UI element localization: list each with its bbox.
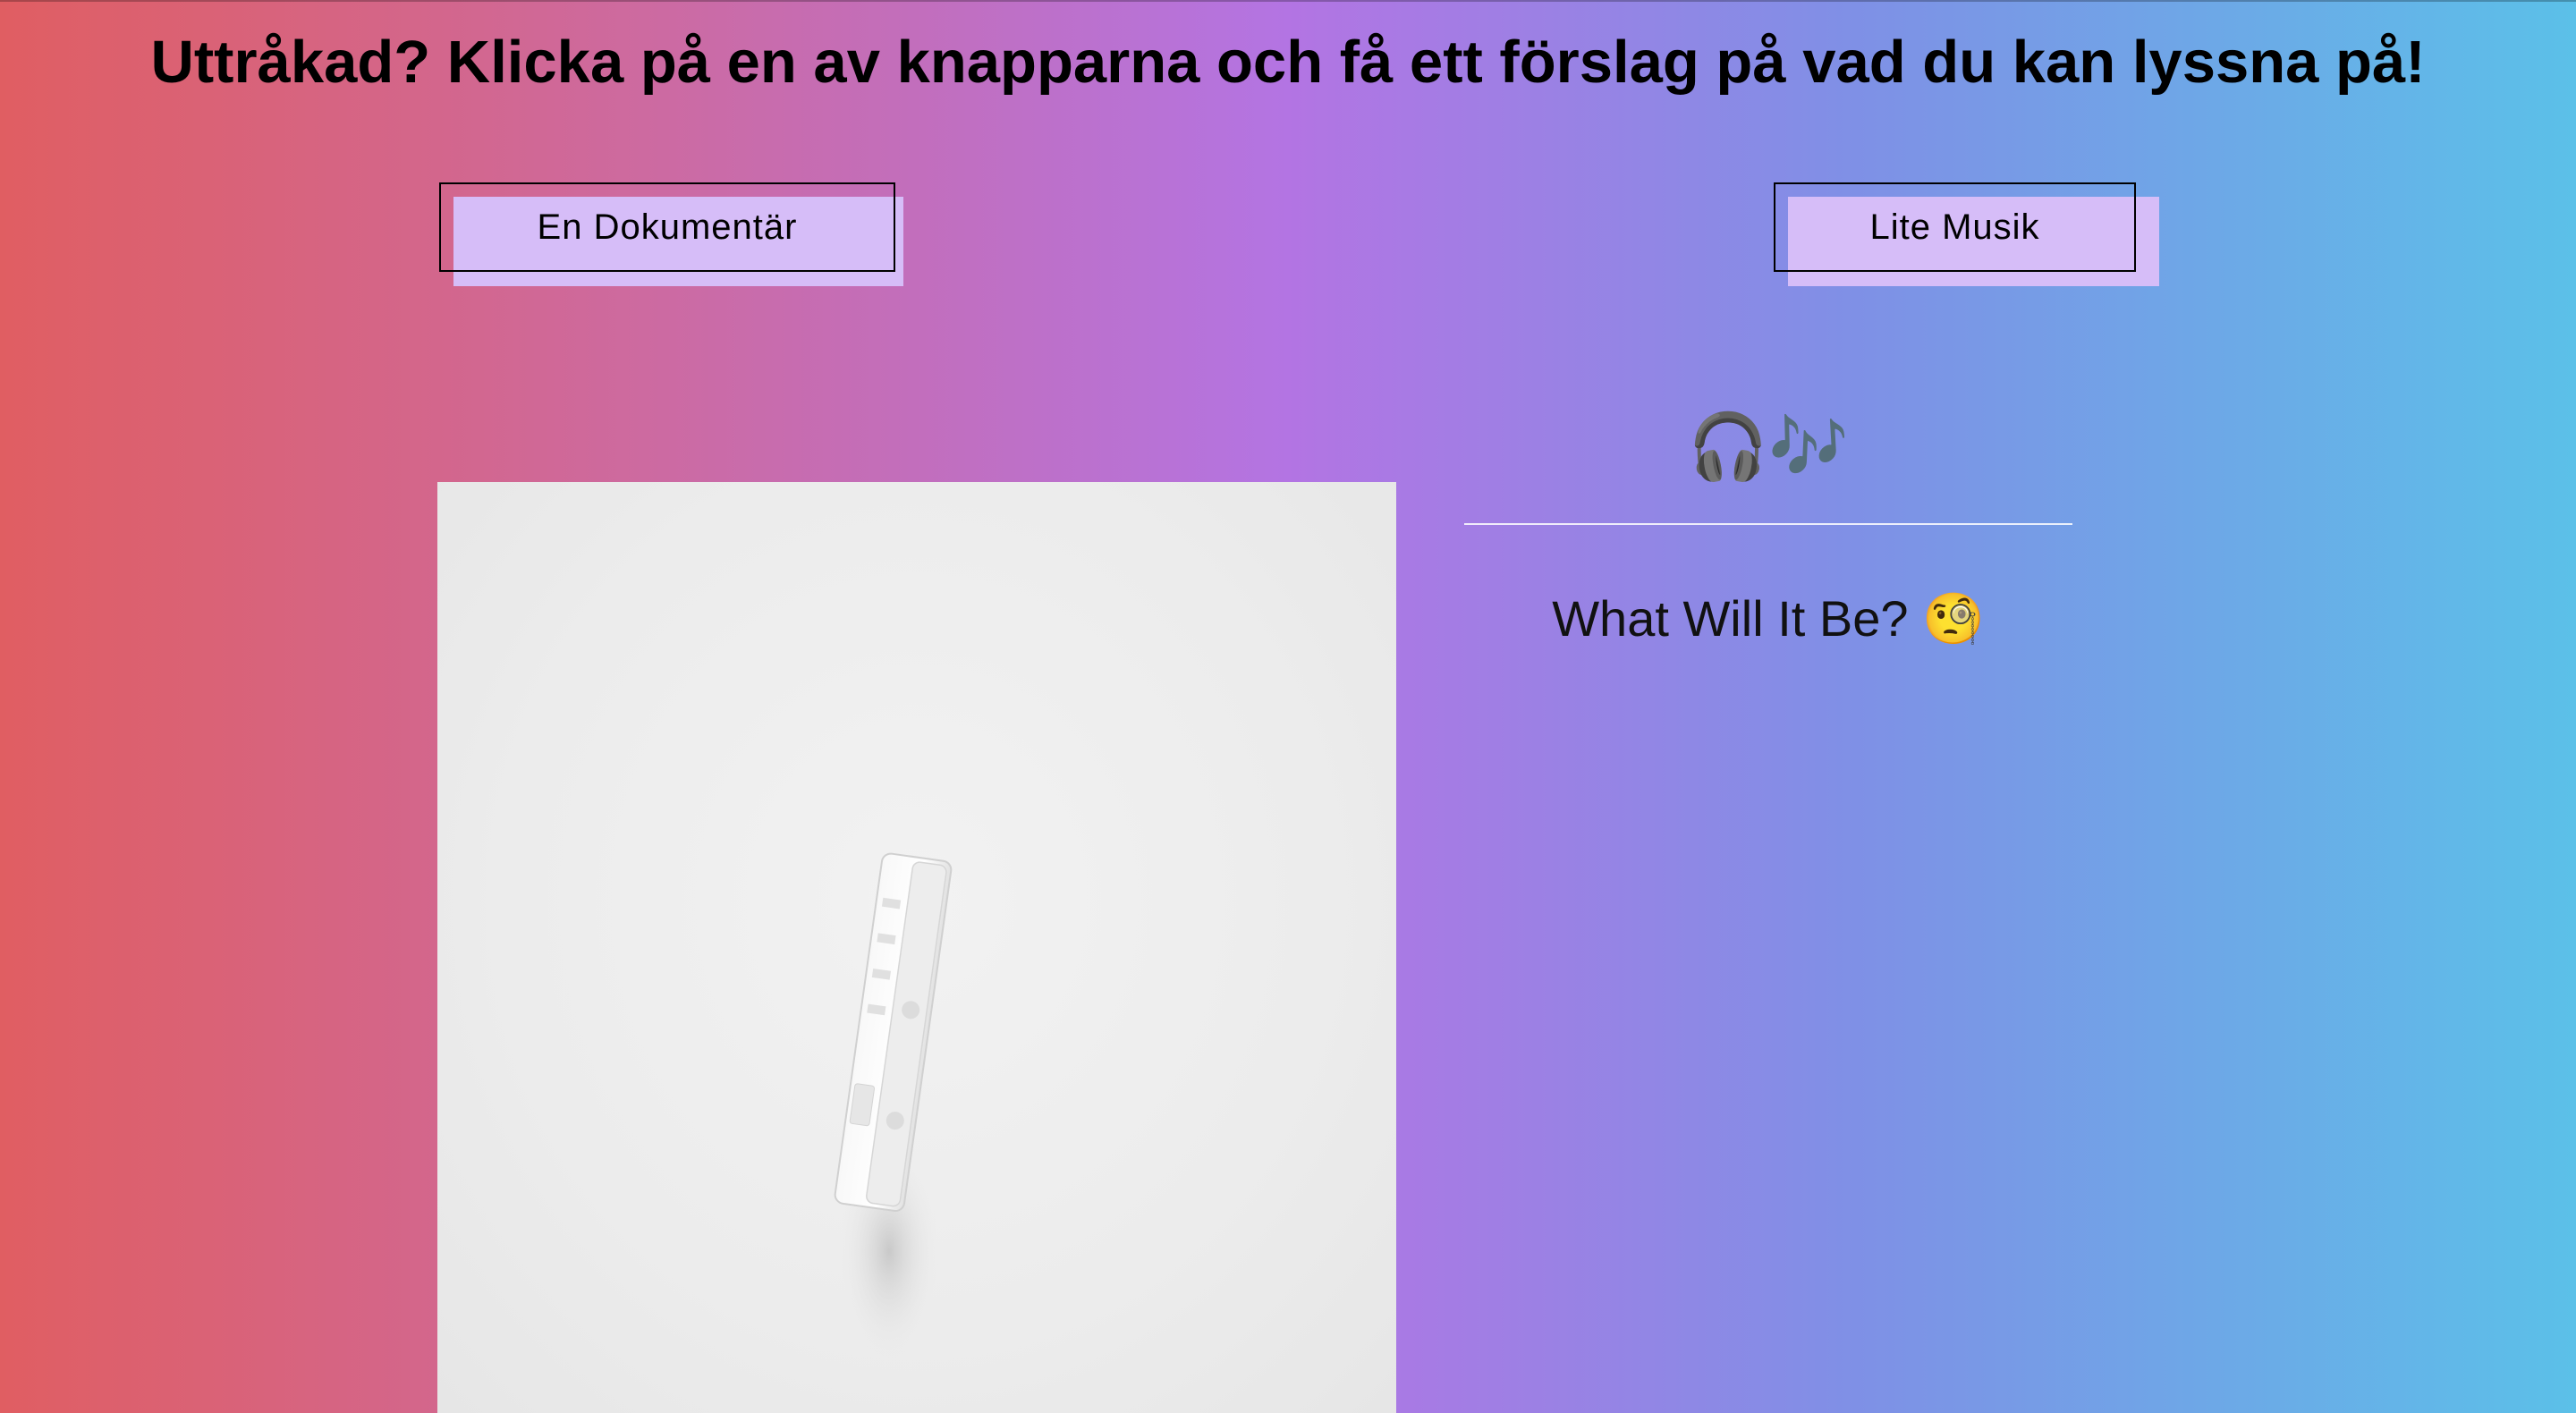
suggestion-text: What Will It Be? 🧐 (1552, 590, 1985, 647)
headphones-music-icons: 🎧🎶 (1688, 411, 1849, 483)
page-title: Uttråkad? Klicka på en av knapparna och … (150, 29, 2426, 96)
window-top-edge (0, 0, 2576, 2)
documentary-button[interactable]: En Dokumentär (439, 182, 895, 272)
documentary-button-group: En Dokumentär (439, 182, 903, 286)
music-button-group: Lite Musik (1774, 182, 2159, 286)
music-button[interactable]: Lite Musik (1774, 182, 2136, 272)
cassette-tape-image (834, 852, 953, 1358)
divider-line (1464, 523, 2072, 525)
cassette-photo (437, 482, 1396, 1413)
